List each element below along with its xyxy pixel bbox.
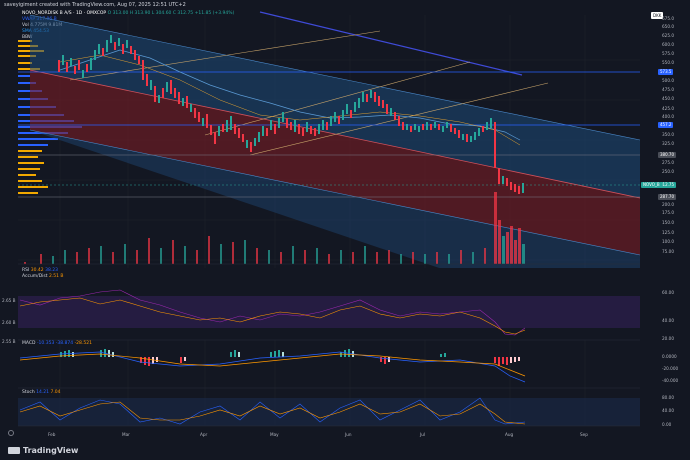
tradingview-brand: TradingView [23,446,79,455]
svg-text:75.00: 75.00 [662,249,674,254]
price-axis[interactable]: 675.0 650.0 625.0 600.0 575.0 550.0 500.… [662,16,674,254]
svg-text:500.0: 500.0 [662,78,674,83]
macd-tick-0: 0.0000 [662,354,677,359]
accum-tick-2: 2.60 B [2,320,16,325]
svg-text:Sep: Sep [580,432,588,437]
rsi-tick-40: 40.00 [662,318,674,323]
svg-text:May: May [270,432,279,437]
macd-line [19,351,526,383]
stoch-tick-0: 0.00 [662,422,672,427]
macd-tick-20: -20.000 [662,366,678,371]
svg-text:600.0: 600.0 [662,42,674,47]
accum-pane-label[interactable]: Accum/Dist 2.51 B [22,274,64,279]
tradingview-logo: TradingView [8,446,78,455]
accum-tick-3: 2.55 B [2,339,16,344]
price-badge-457[interactable]: 457.2 [658,122,674,128]
svg-text:150.0: 150.0 [662,220,674,225]
stoch-value-1: 14.21 [36,390,50,395]
svg-text:325.0: 325.0 [662,141,674,146]
tradingview-logo-icon [8,447,20,454]
rsi-pane-label[interactable]: RSI 30.42 38.23 [22,268,58,273]
macd-value-3: -28.521 [74,341,92,346]
macd-value-2: -38.874 [55,341,74,346]
accum-tick-1: 2.65 B [2,298,16,303]
svg-text:575.0: 575.0 [662,51,674,56]
macd-value-1: -10.353 [36,341,55,346]
svg-text:275.0: 275.0 [662,160,674,165]
svg-text:350.0: 350.0 [662,132,674,137]
svg-text:Feb: Feb [48,432,56,437]
svg-text:675.0: 675.0 [662,16,674,21]
price-badge-380[interactable]: 380.70 [658,152,676,158]
svg-text:450.0: 450.0 [662,96,674,101]
stoch-name: Stoch [22,390,35,395]
macd-name: MACD [22,341,36,346]
rsi-value-1: 30.42 [30,268,44,273]
time-axis[interactable]: Feb Mar Apr May Jun Jul Aug Sep [48,432,588,437]
settings-gear-icon[interactable] [8,430,14,436]
svg-text:550.0: 550.0 [662,60,674,65]
chart-canvas[interactable]: 675.0 650.0 625.0 600.0 575.0 550.0 500.… [0,0,690,460]
svg-text:625.0: 625.0 [662,33,674,38]
stoch-tick-80: 80.00 [662,395,674,400]
svg-text:425.0: 425.0 [662,106,674,111]
svg-text:400.0: 400.0 [662,114,674,119]
svg-text:Jun: Jun [344,432,352,437]
svg-text:Apr: Apr [200,432,208,437]
rsi-tick-60: 60.00 [662,290,674,295]
stoch-tick-40: 40.00 [662,408,674,413]
accum-name: Accum/Dist [22,274,48,279]
rsi-tick-20: 20.00 [662,336,674,341]
rsi-name: RSI [22,268,30,273]
stoch-pane-label[interactable]: Stoch 14.21 7.04 [22,390,61,395]
svg-text:200.0: 200.0 [662,202,674,207]
svg-text:Aug: Aug [505,432,514,437]
rsi-value-2: 38.23 [45,268,58,273]
svg-text:Jul: Jul [419,432,425,437]
price-badge-287[interactable]: 287.70 [658,194,676,200]
svg-text:475.0: 475.0 [662,87,674,92]
macd-tick-40: -40.000 [662,378,678,383]
stoch-value-2: 7.04 [50,390,61,395]
svg-text:125.0: 125.0 [662,230,674,235]
symbol-tag: NOVO_B [641,182,662,188]
svg-text:175.0: 175.0 [662,210,674,215]
macd-pane-label[interactable]: MACD -10.353 -38.874 -28.521 [22,341,92,346]
svg-text:250.0: 250.0 [662,169,674,174]
macd-histogram [60,349,520,366]
svg-text:650.0: 650.0 [662,24,674,29]
price-badge-573[interactable]: 573.5 [658,69,674,75]
svg-text:Mar: Mar [122,432,130,437]
svg-text:100.0: 100.0 [662,239,674,244]
accum-value: 2.51 B [48,274,64,279]
